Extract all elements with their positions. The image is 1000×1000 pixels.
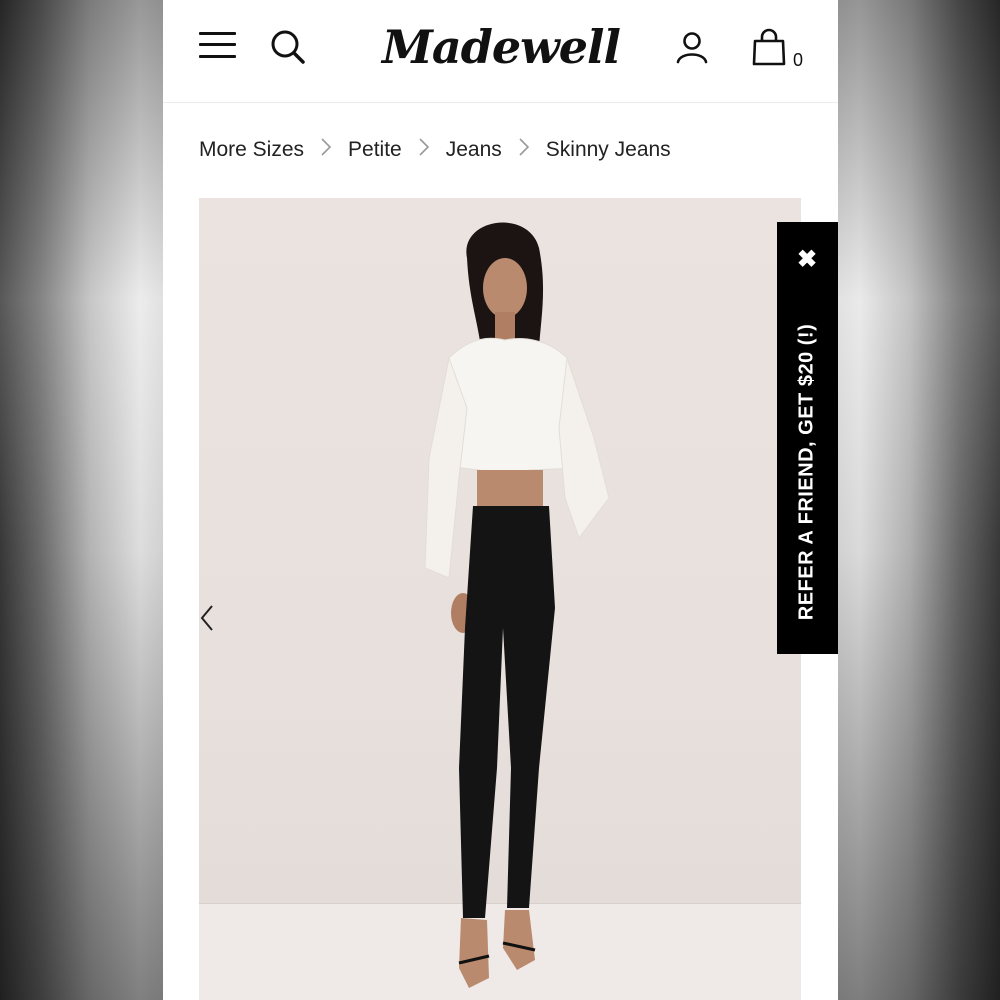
model-figure [424, 222, 610, 988]
refer-a-friend-label: REFER A FRIEND, GET $20 (!) [795, 323, 818, 621]
site-header: Madewell 0 [163, 0, 838, 103]
bag-icon[interactable] [751, 28, 787, 68]
backdrop-left [0, 0, 163, 1000]
breadcrumb-item[interactable]: Skinny Jeans [546, 138, 671, 162]
backdrop-right [838, 0, 1000, 1000]
refer-a-friend-tab[interactable]: ✖ REFER A FRIEND, GET $20 (!) [777, 222, 838, 654]
product-image[interactable] [199, 198, 801, 1000]
search-icon[interactable] [269, 28, 307, 66]
close-icon[interactable]: ✖ [795, 248, 819, 272]
breadcrumb-item[interactable]: Jeans [446, 138, 502, 162]
breadcrumb: More Sizes Petite Jeans Skinny Jeans [199, 134, 671, 166]
chevron-right-icon [304, 137, 348, 163]
breadcrumb-item[interactable]: Petite [348, 138, 402, 162]
account-icon[interactable] [675, 30, 709, 64]
chevron-right-icon [502, 137, 546, 163]
bag-count: 0 [793, 50, 804, 70]
brand-logo[interactable]: Madewell [381, 12, 621, 82]
menu-icon[interactable] [199, 30, 237, 60]
breadcrumb-item[interactable]: More Sizes [199, 138, 304, 162]
phone-screen: Madewell 0 More Sizes Petite Jeans Skinn… [163, 0, 838, 1000]
chevron-right-icon [402, 137, 446, 163]
chevron-left-icon[interactable] [199, 598, 219, 648]
